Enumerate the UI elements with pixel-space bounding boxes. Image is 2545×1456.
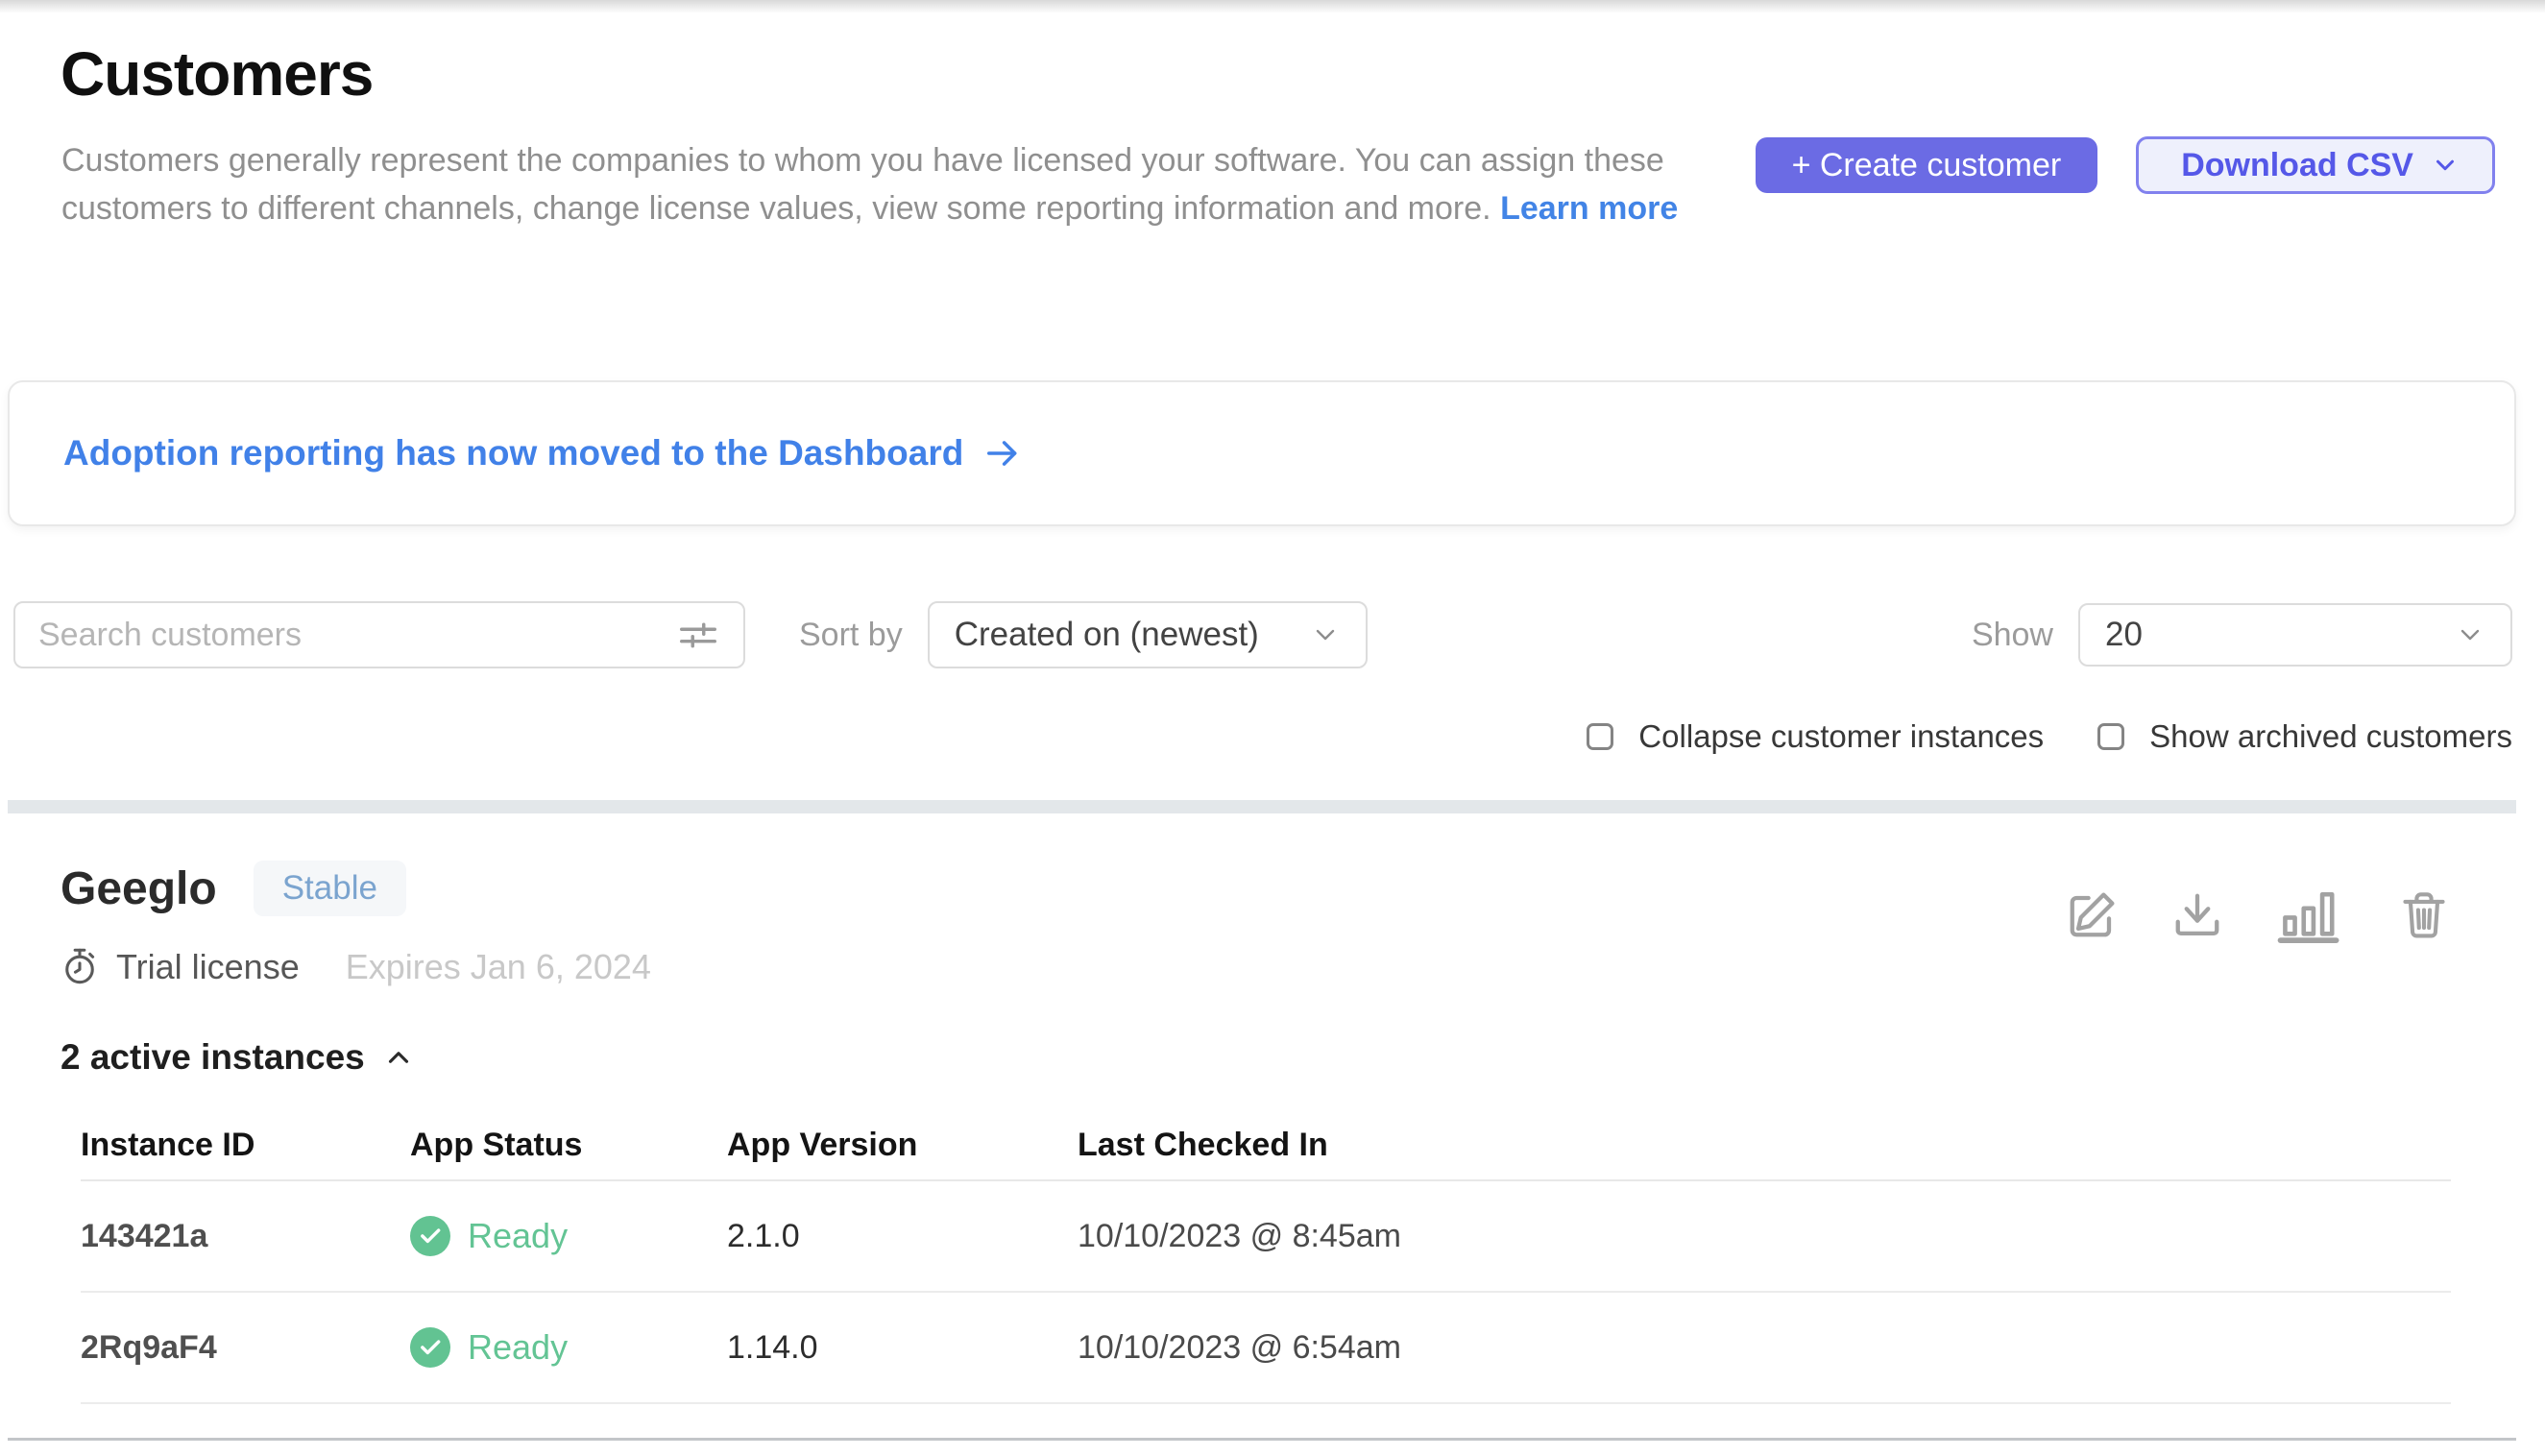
trash-icon[interactable] <box>2397 886 2451 945</box>
instance-id: 143421a <box>81 1218 410 1255</box>
header-actions: + Create customer Download CSV <box>1756 136 2495 194</box>
collapse-instances-label: Collapse customer instances <box>1638 718 2044 755</box>
edit-icon[interactable] <box>2065 886 2119 945</box>
check-circle-icon <box>410 1327 450 1368</box>
show-label: Show <box>1972 617 2053 654</box>
instances-table: Instance ID App Status App Version Last … <box>81 1110 2451 1404</box>
customer-name[interactable]: Geeglo <box>61 862 217 915</box>
instances-toggle-label: 2 active instances <box>61 1037 365 1078</box>
last-checked-in: 10/10/2023 @ 8:45am <box>1078 1218 2451 1255</box>
search-box <box>13 601 745 668</box>
sort-by-label: Sort by <box>799 617 903 654</box>
table-row[interactable]: 2Rq9aF4 Ready 1.14.0 10/10/2023 @ 6:54am <box>81 1293 2451 1404</box>
sort-select-value: Created on (newest) <box>955 616 1259 654</box>
app-version: 2.1.0 <box>727 1218 1078 1255</box>
instances-toggle[interactable]: 2 active instances <box>61 1037 415 1078</box>
learn-more-link[interactable]: Learn more <box>1500 190 1678 227</box>
app-status-cell: Ready <box>410 1327 727 1368</box>
license-type: Trial license <box>116 947 300 987</box>
filter-toolbar: Sort by Created on (newest) Show 20 <box>13 601 2512 668</box>
page-title: Customers <box>61 38 373 109</box>
download-csv-label: Download CSV <box>2181 147 2413 184</box>
collapse-instances-option[interactable]: Collapse customer instances <box>1587 718 2044 755</box>
last-checked-in: 10/10/2023 @ 6:54am <box>1078 1329 2451 1367</box>
stopwatch-icon <box>61 947 99 987</box>
app-version: 1.14.0 <box>727 1329 1078 1367</box>
filter-sliders-icon[interactable] <box>676 613 720 657</box>
check-circle-icon <box>410 1216 450 1256</box>
section-divider <box>8 800 2516 813</box>
show-archived-label: Show archived customers <box>2149 718 2512 755</box>
bottom-section-divider <box>8 1438 2516 1441</box>
collapse-instances-checkbox[interactable] <box>1587 723 1613 750</box>
show-select-value: 20 <box>2105 616 2143 654</box>
table-row[interactable]: 143421a Ready 2.1.0 10/10/2023 @ 8:45am <box>81 1181 2451 1293</box>
customers-page: Customers Customers generally represent … <box>0 0 2545 1456</box>
bar-chart-icon[interactable] <box>2276 886 2345 945</box>
header-instance-id: Instance ID <box>81 1127 410 1164</box>
app-status-text: Ready <box>468 1327 568 1368</box>
show-archived-option[interactable]: Show archived customers <box>2097 718 2512 755</box>
app-status-text: Ready <box>468 1216 568 1256</box>
adoption-reporting-banner[interactable]: Adoption reporting has now moved to the … <box>8 380 2516 526</box>
page-description-text: Customers generally represent the compan… <box>61 142 1664 227</box>
customer-header: Geeglo Stable <box>61 861 406 916</box>
chevron-down-icon <box>2455 619 2485 650</box>
sort-select[interactable]: Created on (newest) <box>928 601 1368 668</box>
page-description: Customers generally represent the compan… <box>61 136 1694 232</box>
download-icon[interactable] <box>2170 886 2224 945</box>
show-per-page-select[interactable]: 20 <box>2078 603 2512 667</box>
chevron-down-icon <box>2431 151 2460 180</box>
license-row: Trial license Expires Jan 6, 2024 <box>61 947 651 987</box>
banner-link-text[interactable]: Adoption reporting has now moved to the … <box>63 433 963 473</box>
customer-actions <box>2065 886 2451 945</box>
header-app-version: App Version <box>727 1127 1078 1164</box>
app-status-cell: Ready <box>410 1216 727 1256</box>
list-options: Collapse customer instances Show archive… <box>1587 718 2512 755</box>
instances-table-header: Instance ID App Status App Version Last … <box>81 1110 2451 1181</box>
chevron-down-icon <box>1310 619 1341 650</box>
header-app-status: App Status <box>410 1127 727 1164</box>
create-customer-button[interactable]: + Create customer <box>1756 137 2098 193</box>
license-expiry: Expires Jan 6, 2024 <box>346 947 651 987</box>
chevron-up-icon <box>382 1041 415 1074</box>
instance-id: 2Rq9aF4 <box>81 1329 410 1367</box>
arrow-right-icon <box>984 435 1021 472</box>
download-csv-button[interactable]: Download CSV <box>2136 136 2495 194</box>
show-archived-checkbox[interactable] <box>2097 723 2124 750</box>
top-shadow <box>0 0 2545 13</box>
channel-badge: Stable <box>254 861 406 916</box>
header-last-checked-in: Last Checked In <box>1078 1127 2451 1164</box>
search-input[interactable] <box>38 617 676 654</box>
